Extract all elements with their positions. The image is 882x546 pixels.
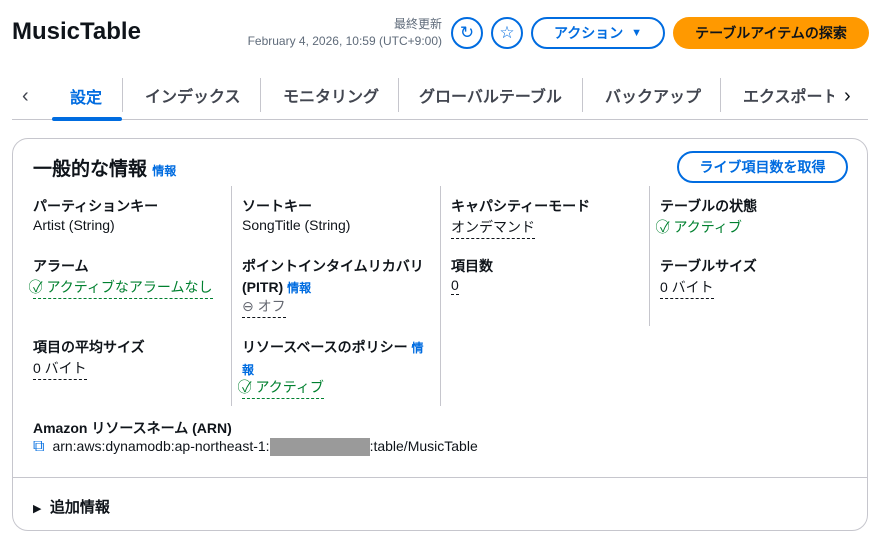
caret-down-icon: ▼ (631, 27, 642, 39)
card-title: 一般的な情報 情報 (33, 154, 176, 181)
additional-info-label: 追加情報 (49, 499, 110, 516)
column-divider (231, 186, 232, 406)
caret-right-icon: ▶ (33, 503, 42, 515)
sort-key-value: SongTitle (String) (242, 217, 351, 233)
active-tab-indicator (52, 117, 122, 121)
partition-key-value: Artist (String) (33, 217, 115, 233)
tab-exports[interactable]: エクスポート (720, 78, 834, 112)
status-value: ✓⃝ アクティブ (660, 217, 742, 237)
explore-items-button[interactable]: テーブルアイテムの探索 (673, 17, 869, 49)
get-live-count-button[interactable]: ライブ項目数を取得 (677, 151, 848, 183)
policy-value[interactable]: ✓⃝ アクティブ (242, 377, 324, 399)
policy-label: リソースベースのポリシー 情報 (242, 337, 432, 381)
policy-label-text: リソースベースのポリシー (242, 339, 408, 355)
last-updated-time: February 4, 2026, 10:59 (UTC+9:00) (247, 34, 442, 48)
pitr-text: オフ (257, 298, 286, 314)
refresh-icon: ↻ (459, 23, 475, 42)
avg-size-value[interactable]: 0 バイト (33, 358, 87, 380)
divider (12, 477, 868, 478)
tab-backups[interactable]: バックアップ (582, 78, 701, 112)
alarms-text: アクティブなアラームなし (46, 279, 213, 295)
status-label: テーブルの状態 (660, 198, 758, 214)
policy-text: アクティブ (255, 379, 324, 395)
scroll-right-icon[interactable]: › (844, 72, 851, 120)
favorite-button[interactable]: ☆ (491, 17, 523, 49)
minus-circle-icon: ⊖ (242, 298, 254, 314)
check-circle-icon: ✓⃝ (242, 379, 252, 395)
column-divider (440, 186, 441, 406)
star-icon: ☆ (499, 23, 515, 42)
item-count-value[interactable]: 0 (451, 277, 459, 295)
status-text: アクティブ (673, 219, 742, 235)
tab-indexes[interactable]: インデックス (122, 78, 241, 112)
tab-bar: ‹ 設定 インデックス モニタリング グローバルテーブル バックアップ エクスポ… (12, 72, 868, 120)
sort-key-label: ソートキー (242, 198, 312, 214)
column-divider (649, 186, 650, 326)
redacted-account-id (269, 438, 370, 457)
alarms-value[interactable]: ✓⃝ アクティブなアラームなし (33, 277, 213, 299)
capacity-value[interactable]: オンデマンド (451, 217, 535, 239)
alarms-label: アラーム (33, 258, 89, 274)
refresh-button[interactable]: ↻ (451, 17, 483, 49)
pitr-label-text: ポイントインタイムリカバリ (PITR) (242, 258, 424, 295)
last-updated: 最終更新 February 4, 2026, 10:59 (UTC+9:00) (248, 16, 442, 50)
info-link[interactable]: 情報 (152, 164, 176, 178)
arn-prefix: arn:aws:dynamodb:ap-northeast-1: (52, 438, 270, 454)
capacity-label: キャパシティーモード (451, 198, 591, 214)
tab-settings[interactable]: 設定 (70, 72, 102, 120)
pitr-label: ポイントインタイムリカバリ (PITR) 情報 (242, 256, 432, 299)
check-circle-icon: ✓⃝ (660, 219, 670, 235)
copy-icon[interactable]: ⧉ (33, 438, 44, 456)
item-count-label: 項目数 (451, 258, 493, 274)
actions-dropdown[interactable]: アクション ▼ (531, 17, 665, 49)
table-size-value[interactable]: 0 バイト (660, 277, 714, 299)
table-size-label: テーブルサイズ (660, 258, 757, 274)
scroll-left-icon[interactable]: ‹ (22, 72, 29, 120)
last-updated-label: 最終更新 (393, 17, 442, 31)
check-circle-icon: ✓⃝ (33, 279, 43, 295)
partition-key-label: パーティションキー (33, 198, 159, 214)
arn-label: Amazon リソースネーム (ARN) (33, 420, 232, 436)
arn-value: ⧉ arn:aws:dynamodb:ap-northeast-1: :table… (33, 438, 478, 457)
actions-label: アクション (554, 25, 624, 41)
tab-monitoring[interactable]: モニタリング (260, 78, 379, 112)
additional-info-toggle[interactable]: ▶ 追加情報 (33, 496, 110, 517)
page-title: MusicTable (12, 18, 141, 45)
pitr-info-link[interactable]: 情報 (287, 281, 311, 295)
card-title-text: 一般的な情報 (33, 159, 148, 180)
avg-size-label: 項目の平均サイズ (33, 339, 145, 355)
tab-global-tables[interactable]: グローバルテーブル (398, 78, 562, 112)
pitr-value[interactable]: ⊖ オフ (242, 296, 286, 318)
arn-suffix: :table/MusicTable (369, 438, 478, 454)
